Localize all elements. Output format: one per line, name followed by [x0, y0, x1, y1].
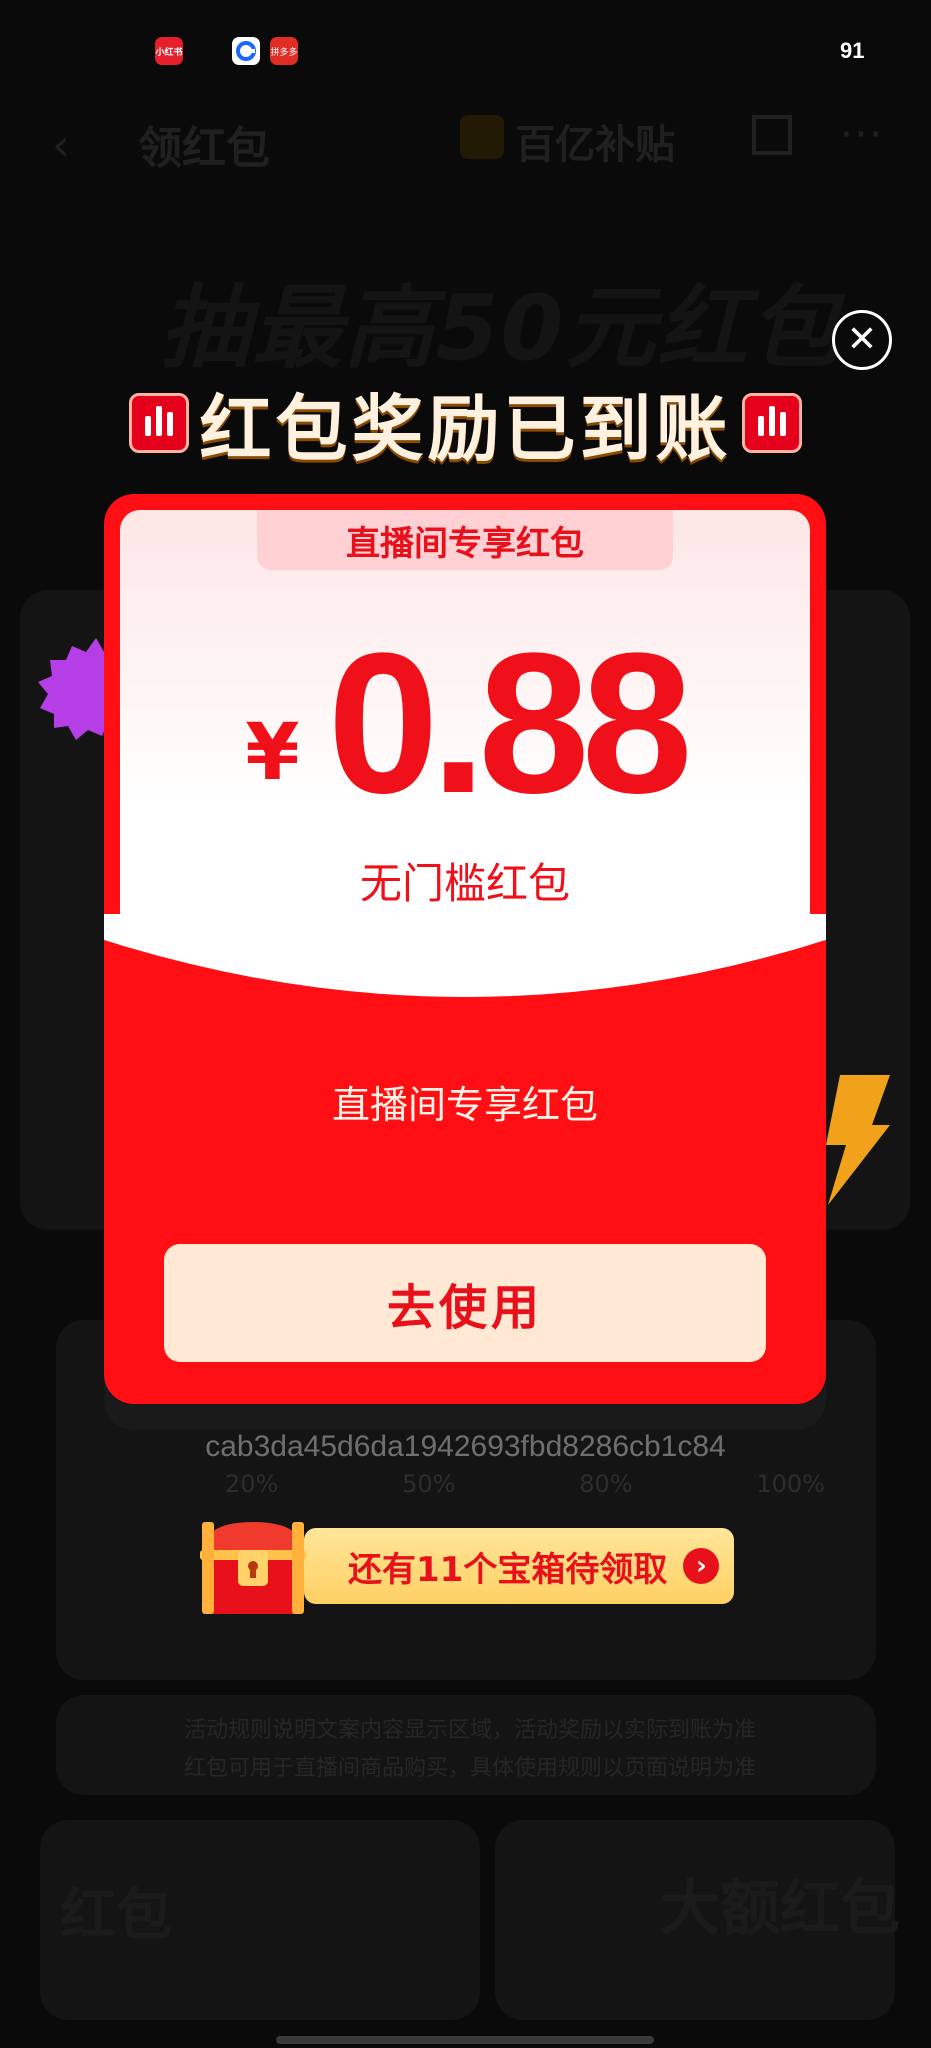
modal-title-row: 红包奖励已到账 [0, 370, 931, 475]
chest-banner-text: 还有11个宝箱待领取 [348, 1549, 668, 1590]
packet-amount: 0.88 [327, 612, 693, 835]
background-bottom-right-text: 大额红包 [660, 1874, 900, 1944]
close-icon: ✕ [846, 319, 878, 360]
background-bottom-left-text: 红包 [60, 1883, 172, 1948]
chest-banner[interactable]: 还有11个宝箱待领取 › [304, 1528, 734, 1604]
notice-line: 红包可用于直播间商品购买，具体使用规则以页面说明为准 [183, 1756, 756, 1781]
chart-badge-icon [741, 392, 802, 453]
packet-tab-label: 直播间专享红包 [257, 510, 673, 570]
background-progress-ticks: 20% 50% 80% 100% [225, 1470, 825, 1498]
packet-type-label: 无门槛红包 [359, 859, 570, 908]
treasure-chest-icon [200, 1522, 306, 1614]
notice-line: 活动规则说明文案内容显示区域，活动奖励以实际到账为准 [183, 1718, 756, 1743]
tick-label: 100% [756, 1470, 825, 1498]
tick-label: 50% [402, 1470, 456, 1498]
red-packet-card: 直播间专享红包 ¥ 0.88 无门槛红包 直播间专享红包 去使用 [104, 494, 826, 1404]
back-arrow-icon[interactable]: ‹ [52, 120, 70, 171]
more-icon[interactable]: ··· [840, 112, 884, 158]
background-nav-badge [460, 115, 504, 159]
home-indicator[interactable] [276, 2036, 654, 2044]
use-button[interactable]: 去使用 [164, 1244, 766, 1362]
tick-label: 20% [225, 1470, 279, 1498]
currency-symbol: ¥ [245, 708, 300, 798]
close-button[interactable]: ✕ [832, 310, 892, 370]
lightning-bolt-decoration [826, 1075, 890, 1205]
hash-text: cab3da45d6da1942693fbd8286cb1c84 [205, 1430, 726, 1463]
background-notice: 活动规则说明文案内容显示区域，活动奖励以实际到账为准 红包可用于直播间商品购买，… [110, 1712, 830, 1788]
packet-subtitle: 直播间专享红包 [331, 1083, 598, 1127]
amount-row: ¥ 0.88 [104, 624, 826, 824]
background-nav-title: 领红包 [138, 123, 270, 174]
background-headline: 抽最高50元红包 [160, 276, 842, 381]
chart-badge-icon [129, 392, 190, 453]
chevron-right-icon: › [683, 1548, 720, 1584]
modal-title: 红包奖励已到账 [199, 387, 732, 471]
background-nav-center: 百亿补贴 [515, 122, 675, 168]
tick-label: 80% [579, 1470, 633, 1498]
grid-icon[interactable] [752, 115, 792, 155]
